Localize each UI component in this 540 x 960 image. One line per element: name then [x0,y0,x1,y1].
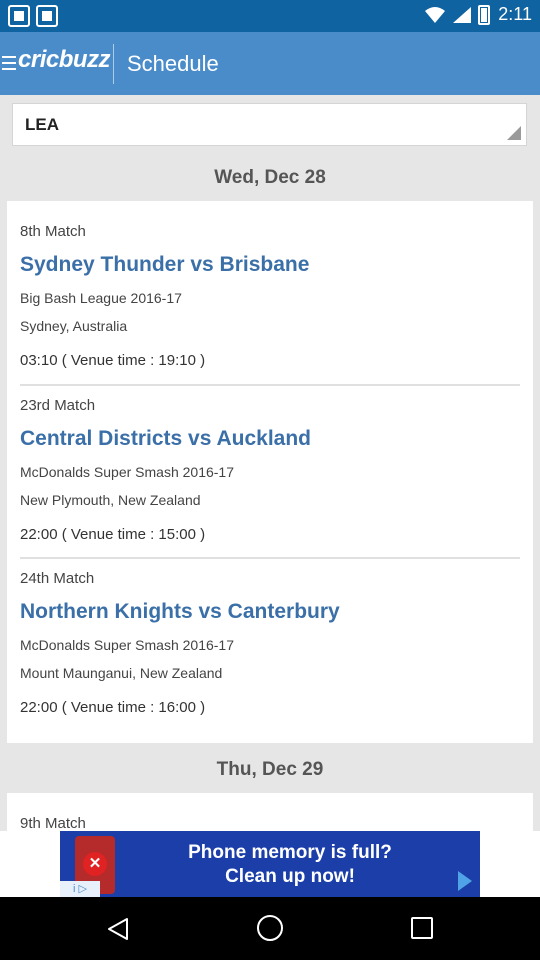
match-divider [20,557,520,559]
match-series: McDonalds Super Smash 2016-17 [20,637,235,653]
match-number: 8th Match [20,223,86,240]
close-icon[interactable]: ✕ [83,852,107,876]
back-icon[interactable] [107,917,129,941]
ad-choices-icon[interactable]: i ▷ [60,881,100,897]
ad-line-2: Clean up now! [225,866,355,887]
home-icon[interactable] [257,915,283,941]
match-venue: Mount Maunganui, New Zealand [20,665,223,681]
date-header: Wed, Dec 28 [214,167,326,188]
match-item[interactable]: 23rd Match Central Districts vs Auckland… [20,397,520,543]
match-time: 22:00 ( Venue time : 16:00 ) [20,699,206,716]
ad-banner[interactable]: ✕ Phone memory is full? Clean up now! i … [0,831,540,897]
battery-icon [478,4,491,25]
notification-icon [36,5,58,27]
ad-line-1: Phone memory is full? [188,842,392,863]
ad-text: Phone memory is full? Clean up now! [140,841,440,889]
notification-icon [8,5,30,27]
cricbuzz-logo[interactable]: cricbuzz [18,46,111,74]
dropdown-corner-icon [507,126,521,140]
schedule-list[interactable]: LEA Wed, Dec 28 8th Match Sydney Thunder… [0,95,540,831]
app-bar: cricbuzz Schedule [0,32,540,95]
date-header: Thu, Dec 29 [216,759,324,780]
match-time: 03:10 ( Venue time : 19:10 ) [20,352,206,369]
match-title[interactable]: Sydney Thunder vs Brisbane [20,253,520,277]
match-title[interactable]: Central Districts vs Auckland [20,427,520,451]
match-number: 9th Match [20,815,86,831]
page-title: Schedule [127,51,219,76]
status-time: 2:11 [498,4,532,24]
signal-icon [453,6,472,23]
match-series: McDonalds Super Smash 2016-17 [20,464,235,480]
match-venue: Sydney, Australia [20,318,128,334]
match-venue: New Plymouth, New Zealand [20,492,201,508]
recent-apps-icon[interactable] [411,917,433,939]
match-card: 9th Match [7,793,533,831]
match-card: 8th Match Sydney Thunder vs Brisbane Big… [7,201,533,743]
match-number: 24th Match [20,570,95,587]
wifi-icon [425,6,446,23]
play-icon[interactable] [458,871,472,891]
series-filter-dropdown[interactable]: LEA [12,103,527,146]
match-item[interactable]: 24th Match Northern Knights vs Canterbur… [20,570,520,716]
match-number: 23rd Match [20,397,96,414]
match-item[interactable]: 8th Match Sydney Thunder vs Brisbane Big… [20,223,520,369]
status-bar: 2:11 [0,0,540,32]
navigation-bar [0,897,540,960]
notification-icons [8,5,58,27]
ad-creative[interactable]: ✕ Phone memory is full? Clean up now! [60,831,480,897]
filter-value: LEA [25,115,59,134]
match-item[interactable]: 9th Match [20,815,520,831]
match-title[interactable]: Northern Knights vs Canterbury [20,600,520,624]
match-series: Big Bash League 2016-17 [20,290,182,306]
match-time: 22:00 ( Venue time : 15:00 ) [20,526,206,543]
app-bar-divider [113,44,114,84]
match-divider [20,384,520,386]
menu-icon[interactable] [2,56,16,70]
